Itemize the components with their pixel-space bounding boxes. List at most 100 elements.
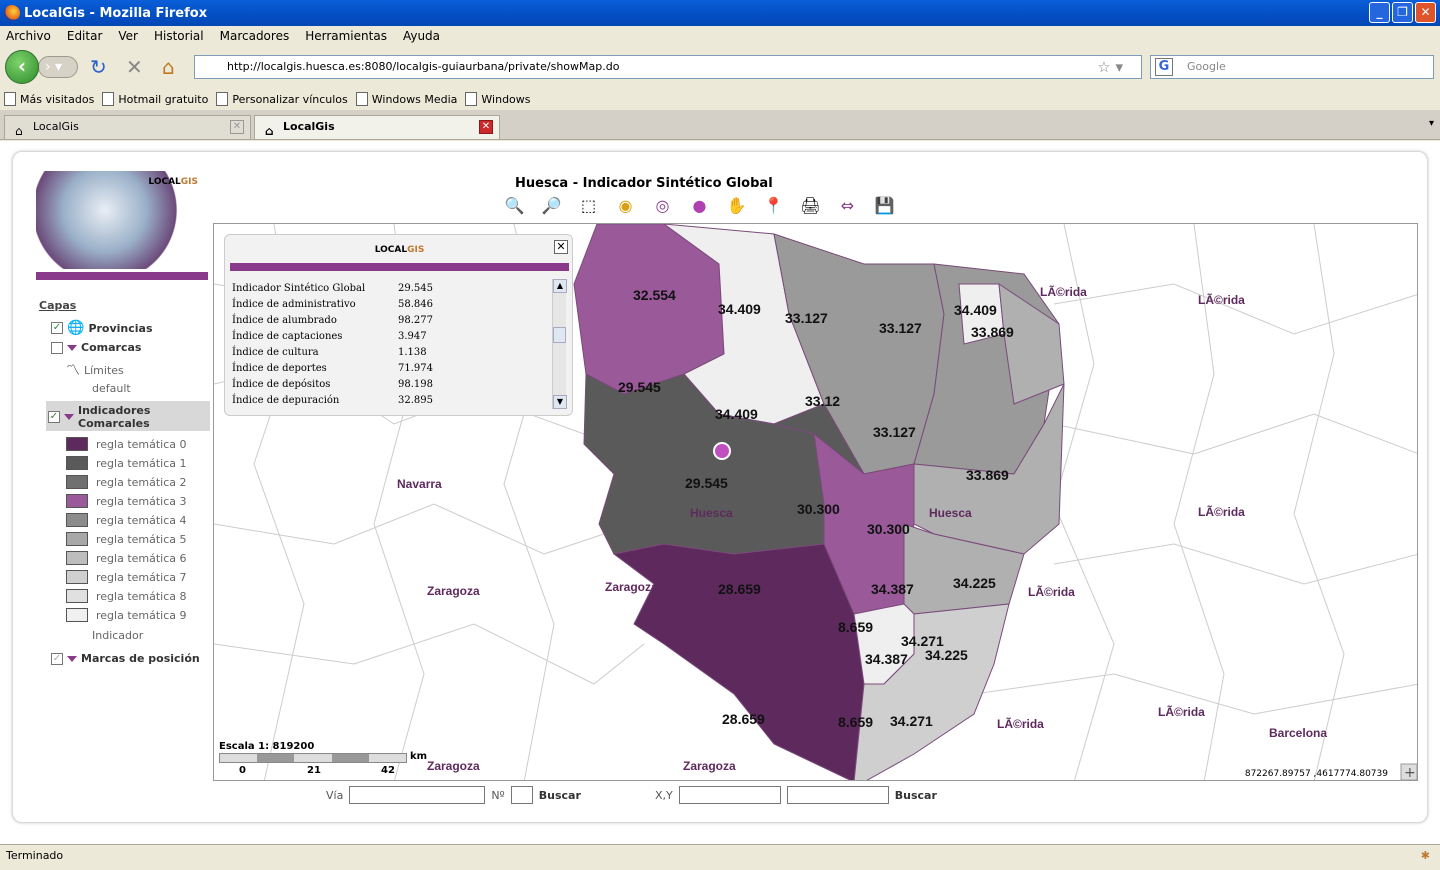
bookmark-windows[interactable]: Windows <box>465 92 531 106</box>
place-label: LÃ©rida <box>1198 292 1245 307</box>
popup-title: LOCALGIS <box>225 245 574 255</box>
default-label: default <box>92 382 131 395</box>
home-icon[interactable]: ⌂ <box>162 56 175 78</box>
close-tab-icon[interactable]: ✕ <box>479 120 493 134</box>
back-button[interactable]: ‹ <box>5 50 39 84</box>
bookmark-personalizar[interactable]: Personalizar vínculos <box>216 92 348 106</box>
zoom-extent-icon[interactable]: ◉ <box>611 193 640 218</box>
scroll-down-icon[interactable]: ▼ <box>553 395 567 409</box>
value-label: 34.225 <box>953 575 996 591</box>
place-label: LÃ©rida <box>1198 504 1245 519</box>
close-popup-icon[interactable]: ✕ <box>554 240 568 254</box>
place-label: Navarra <box>397 477 442 491</box>
menu-herramientas[interactable]: Herramientas <box>305 29 387 43</box>
menu-archivo[interactable]: Archivo <box>6 29 51 43</box>
google-icon[interactable]: G <box>1155 58 1173 76</box>
value-label: 29.545 <box>618 379 661 395</box>
forward-button[interactable]: › ▾ <box>38 56 78 78</box>
minimize-button[interactable]: _ <box>1369 2 1390 23</box>
bookmark-hotmail[interactable]: Hotmail gratuito <box>102 92 208 106</box>
y-input[interactable] <box>786 786 889 804</box>
expand-icon[interactable] <box>67 344 77 351</box>
close-tab-icon[interactable]: ✕ <box>230 120 244 134</box>
tab-localgis-1[interactable]: ⌂ LocalGis ✕ <box>4 115 251 139</box>
pin-marker-icon[interactable]: 📍 <box>759 193 788 218</box>
marcas-checkbox[interactable]: ✓ <box>51 652 63 665</box>
menu-marcadores[interactable]: Marcadores <box>220 29 290 43</box>
layer-indicadores[interactable]: ✓ Indicadores Comarcales <box>48 404 178 430</box>
legend-label: regla temática 3 <box>96 494 187 508</box>
value-label: 28.659 <box>718 581 761 597</box>
info-rows: Indicador Sintético Global 29.545 Índice d… <box>232 283 552 411</box>
stop-icon[interactable]: ✕ <box>126 56 143 78</box>
legend-swatch <box>66 437 88 451</box>
layer-marcas[interactable]: ✓ Marcas de posición <box>51 652 200 665</box>
zoom-box-icon[interactable]: ⬚ <box>574 193 603 218</box>
via-input[interactable] <box>349 786 486 804</box>
comarcas-checkbox[interactable] <box>51 341 63 354</box>
place-label: LÃ©rida <box>997 716 1044 731</box>
zoom-previous-icon[interactable]: ◎ <box>648 193 677 218</box>
place-label: Zaragoza <box>683 759 736 773</box>
close-window-button[interactable]: ✕ <box>1415 2 1436 23</box>
buscar-address-button[interactable]: Buscar <box>539 789 581 802</box>
bookmark-star-icon[interactable]: ☆ ▾ <box>1097 56 1123 78</box>
expand-icon[interactable] <box>67 655 77 662</box>
x-input[interactable] <box>678 786 781 804</box>
location-marker-icon[interactable] <box>713 442 731 460</box>
bookmark-label: Personalizar vínculos <box>232 92 348 106</box>
restore-button[interactable]: ❐ <box>1392 2 1413 23</box>
legend-swatch <box>66 608 88 622</box>
legend-label: regla temática 2 <box>96 475 187 489</box>
status-text: Terminado <box>6 849 64 862</box>
reload-icon[interactable]: ↻ <box>90 56 107 78</box>
tab-list-icon[interactable]: ▾ <box>1429 118 1434 129</box>
legend-swatch <box>66 589 88 603</box>
scroll-thumb[interactable] <box>553 327 566 343</box>
pan-hand-icon[interactable]: ✋ <box>722 193 751 218</box>
address-bar[interactable]: http://localgis.huesca.es:8080/localgis-… <box>194 55 1142 79</box>
bookmark-mas-visitados[interactable]: Más visitados <box>4 92 94 106</box>
menu-ver[interactable]: Ver <box>118 29 138 43</box>
indicadores-checkbox[interactable]: ✓ <box>48 411 60 423</box>
legend-item: regla temática 4 <box>66 513 187 527</box>
legend-item: regla temática 0 <box>66 437 187 451</box>
print-icon[interactable]: 🖨 <box>796 193 825 218</box>
tab-localgis-2[interactable]: ⌂ LocalGis ✕ <box>254 115 500 139</box>
legend-label: regla temática 1 <box>96 456 187 470</box>
menu-historial[interactable]: Historial <box>154 29 204 43</box>
info-row: Indicador Sintético Global 29.545 <box>232 283 552 299</box>
zoom-out-icon[interactable]: 🔎 <box>537 193 566 218</box>
scroll-up-icon[interactable]: ▲ <box>553 279 567 293</box>
measure-icon[interactable]: ⇔ <box>833 193 862 218</box>
scale-text: Escala 1: 819200 <box>219 741 315 752</box>
popup-title-b: GIS <box>407 245 425 255</box>
zoom-corner-icon[interactable]: + <box>1400 763 1417 781</box>
page-icon <box>355 92 368 106</box>
popup-scrollbar[interactable]: ▲ ▼ <box>552 279 567 409</box>
legend-item: regla temática 1 <box>66 456 187 470</box>
bookmark-windows-media[interactable]: Windows Media <box>355 92 457 106</box>
zoom-in-icon[interactable]: 🔍 <box>500 193 529 218</box>
expand-icon[interactable] <box>64 414 74 420</box>
provincias-checkbox[interactable]: ✓ <box>51 322 63 334</box>
numero-input[interactable] <box>510 786 533 804</box>
menu-editar[interactable]: Editar <box>67 29 103 43</box>
info-value: 29.545 <box>398 283 433 294</box>
legend-swatch <box>66 513 88 527</box>
save-icon[interactable]: 💾 <box>870 193 899 218</box>
value-label: 33.127 <box>873 424 916 440</box>
info-icon[interactable]: ● <box>685 193 714 218</box>
legend-label: regla temática 8 <box>96 589 187 603</box>
layer-provincias[interactable]: ✓ 🌐 Provincias <box>51 320 153 336</box>
layer-comarcas[interactable]: Comarcas <box>51 341 141 354</box>
value-label: 34.409 <box>954 302 997 318</box>
legend-label: regla temática 4 <box>96 513 187 527</box>
value-label: 33.869 <box>966 467 1009 483</box>
info-row: Índice de depósitos 98.198 <box>232 379 552 395</box>
buscar-coords-button[interactable]: Buscar <box>895 789 937 802</box>
addon-icon[interactable]: ✱ <box>1421 845 1430 867</box>
search-bar[interactable]: G Google <box>1150 55 1434 79</box>
menu-ayuda[interactable]: Ayuda <box>403 29 440 43</box>
feature-info-popup: LOCALGIS ✕ Indicador Sintético Global 29.… <box>224 234 573 416</box>
